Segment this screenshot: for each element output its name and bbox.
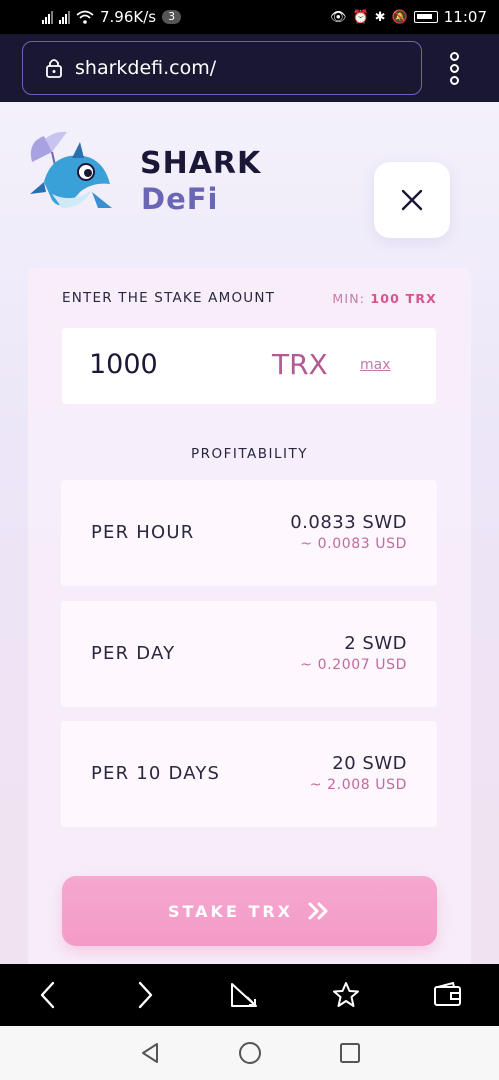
mute-icon: 🔕: [391, 9, 408, 25]
bookmark-star-icon[interactable]: [332, 981, 360, 1009]
profit-row-10-days: PER 10 DAYS 20 SWD ~ 2.008 USD: [61, 721, 437, 827]
alarm-icon: ⏰: [352, 9, 369, 25]
min-stake: MIN: 100 TRX: [332, 291, 437, 306]
profit-row-usd: ~ 0.0083 USD: [300, 536, 407, 552]
network-speed: 7.96K/s: [100, 8, 157, 26]
status-left: 7.96K/s 3: [42, 8, 182, 26]
bluetooth-icon: ✱: [374, 9, 386, 25]
min-prefix: MIN:: [332, 291, 366, 306]
notification-count-badge: 3: [162, 10, 182, 24]
profit-row-swd: 0.0833 SWD: [290, 512, 407, 533]
clock: 11:07: [443, 8, 487, 26]
signal-icon: [42, 10, 53, 24]
address-bar[interactable]: sharkdefi.com/: [22, 41, 422, 95]
browser-bottom-bar: [0, 964, 499, 1026]
profitability-title: PROFITABILITY: [190, 446, 309, 462]
eye-comfort-icon: 👁: [329, 9, 347, 25]
stake-button-label: STAKE TRX: [167, 901, 294, 921]
profit-row-day: PER DAY 2 SWD ~ 0.2007 USD: [61, 601, 437, 707]
lock-icon: [46, 59, 62, 78]
currency-unit: TRX: [272, 348, 328, 381]
url-text: sharkdefi.com/: [75, 57, 217, 79]
back-icon[interactable]: [36, 980, 60, 1010]
profit-row-swd: 2 SWD: [344, 633, 407, 654]
double-chevron-right-icon: [308, 902, 328, 920]
profit-row-swd: 20 SWD: [332, 753, 407, 774]
stake-amount-field[interactable]: 1000 TRX max: [62, 328, 436, 404]
status-right: 👁 ⏰ ✱ 🔕 11:07: [330, 8, 487, 26]
signal-icon-2: [59, 10, 70, 24]
stake-amount-input[interactable]: 1000: [89, 349, 158, 380]
max-link[interactable]: max: [360, 357, 391, 373]
profit-row-usd: ~ 2.008 USD: [309, 777, 407, 793]
brand-name-shark: SHARK: [140, 146, 262, 181]
more-menu-icon[interactable]: [450, 51, 459, 85]
wifi-icon: [76, 10, 94, 24]
nav-home-icon[interactable]: [237, 1040, 263, 1066]
brand-name-defi: DeFi: [141, 182, 219, 216]
profit-row-hour: PER HOUR 0.0833 SWD ~ 0.0083 USD: [61, 480, 437, 586]
min-value: 100 TRX: [370, 291, 437, 306]
data-saver-icon[interactable]: [229, 981, 259, 1009]
shark-logo: [30, 131, 112, 208]
wallet-icon[interactable]: [433, 982, 463, 1008]
page-content: SHARK DeFi ENTER THE STAKE AMOUNT MIN: 1…: [0, 102, 499, 964]
forward-icon[interactable]: [133, 980, 157, 1010]
profit-row-usd: ~ 0.2007 USD: [300, 657, 407, 673]
nav-recents-icon[interactable]: [338, 1041, 362, 1065]
nav-back-icon[interactable]: [138, 1041, 162, 1065]
close-icon: [401, 189, 423, 211]
status-bar: 7.96K/s 3 👁 ⏰ ✱ 🔕 11:07: [0, 0, 499, 34]
profit-row-label: PER 10 DAYS: [91, 763, 221, 784]
system-nav-bar: [0, 1026, 499, 1080]
profit-row-label: PER DAY: [91, 643, 176, 664]
close-button[interactable]: [374, 162, 450, 238]
browser-toolbar: sharkdefi.com/: [0, 34, 499, 102]
stake-amount-label: ENTER THE STAKE AMOUNT: [62, 290, 276, 306]
stake-trx-button[interactable]: STAKE TRX: [62, 876, 437, 946]
battery-icon: [413, 11, 438, 23]
stake-panel: ENTER THE STAKE AMOUNT MIN: 100 TRX 1000…: [28, 268, 471, 964]
profit-row-label: PER HOUR: [91, 522, 195, 543]
